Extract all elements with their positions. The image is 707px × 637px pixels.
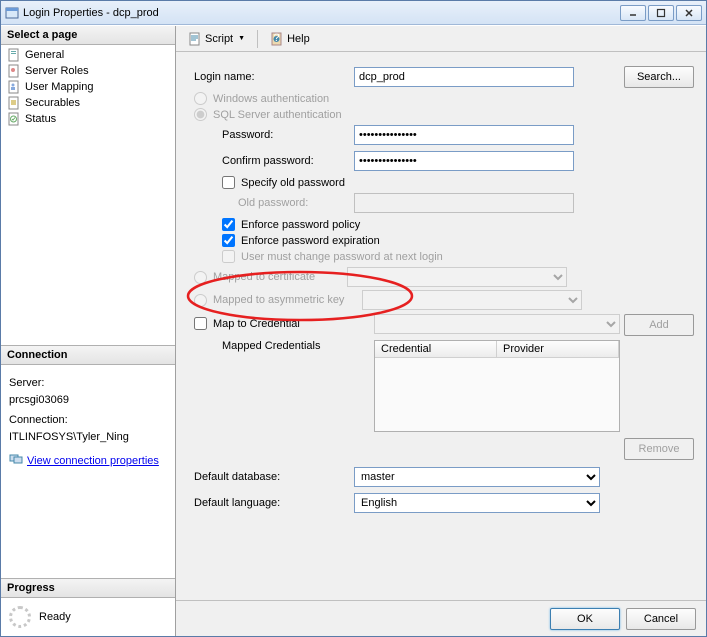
page-label: Securables — [25, 97, 80, 109]
add-button: Add — [624, 314, 694, 336]
page-general[interactable]: General — [3, 47, 173, 63]
page-status[interactable]: Status — [3, 111, 173, 127]
connection-header: Connection — [1, 346, 175, 365]
page-label: General — [25, 49, 64, 61]
password-input[interactable] — [354, 125, 574, 145]
page-label: Status — [25, 113, 56, 125]
app-icon — [5, 6, 19, 20]
mapped-cert-label: Mapped to certificate — [213, 271, 315, 283]
old-password-label: Old password: — [194, 197, 354, 209]
enforce-expiration-label: Enforce password expiration — [241, 235, 380, 247]
form-area: Login name: Search... Windows authentica… — [176, 52, 706, 600]
password-label: Password: — [194, 129, 354, 141]
windows-auth-radio — [194, 92, 207, 105]
must-change-checkbox — [222, 250, 235, 263]
cred-col-provider: Provider — [497, 341, 619, 357]
progress-header: Progress — [1, 579, 175, 598]
specify-old-password-checkbox[interactable] — [222, 176, 235, 189]
select-page-header: Select a page — [1, 26, 175, 45]
view-connection-properties-link[interactable]: View connection properties — [27, 453, 159, 470]
mapped-credentials-label: Mapped Credentials — [194, 340, 374, 352]
mapped-cert-radio — [194, 271, 207, 284]
login-name-label: Login name: — [194, 71, 354, 83]
page-securables[interactable]: Securables — [3, 95, 173, 111]
map-credential-label: Map to Credential — [213, 318, 300, 330]
progress-spinner-icon — [9, 606, 31, 628]
login-properties-window: Login Properties - dcp_prod Select a pag… — [0, 0, 707, 637]
map-credential-checkbox[interactable] — [194, 317, 207, 330]
confirm-password-label: Confirm password: — [194, 155, 354, 167]
credentials-list[interactable]: CredentialProvider — [374, 340, 620, 432]
chevron-down-icon: ▼ — [238, 35, 245, 42]
server-value: prcsgi03069 — [9, 392, 167, 409]
connection-label: Connection: — [9, 412, 167, 429]
svg-text:?: ? — [274, 32, 280, 44]
old-password-input — [354, 193, 574, 213]
enforce-policy-label: Enforce password policy — [241, 219, 360, 231]
toolbar-separator — [257, 30, 258, 48]
enforce-expiration-checkbox[interactable] — [222, 234, 235, 247]
window-title: Login Properties - dcp_prod — [23, 7, 620, 19]
default-lang-label: Default language: — [194, 497, 354, 509]
connection-value: ITLINFOSYS\Tyler_Ning — [9, 429, 167, 446]
page-user-mapping[interactable]: User Mapping — [3, 79, 173, 95]
titlebar[interactable]: Login Properties - dcp_prod — [1, 1, 706, 25]
maximize-button[interactable] — [648, 5, 674, 21]
must-change-label: User must change password at next login — [241, 251, 443, 263]
help-label: Help — [287, 33, 310, 45]
server-label: Server: — [9, 375, 167, 392]
mapped-asym-label: Mapped to asymmetric key — [213, 294, 344, 306]
cancel-button[interactable]: Cancel — [626, 608, 696, 630]
connection-icon — [9, 451, 23, 471]
login-name-input[interactable] — [354, 67, 574, 87]
asym-combo — [362, 290, 582, 310]
page-label: Server Roles — [25, 65, 89, 77]
progress-status: Ready — [39, 611, 71, 623]
cred-col-credential: Credential — [375, 341, 497, 357]
script-label: Script — [205, 33, 233, 45]
sql-auth-label: SQL Server authentication — [213, 109, 342, 121]
help-button[interactable]: ? Help — [266, 30, 314, 48]
search-button[interactable]: Search... — [624, 66, 694, 88]
default-db-label: Default database: — [194, 471, 354, 483]
toolbar: Script ▼ ? Help — [176, 26, 706, 52]
ok-button[interactable]: OK — [550, 608, 620, 630]
default-db-combo[interactable]: master — [354, 467, 600, 487]
enforce-policy-checkbox[interactable] — [222, 218, 235, 231]
windows-auth-label: Windows authentication — [213, 93, 329, 105]
sql-auth-radio — [194, 108, 207, 121]
page-list: General Server Roles User Mapping Secura… — [1, 45, 175, 345]
remove-button: Remove — [624, 438, 694, 460]
mapped-asym-radio — [194, 294, 207, 307]
left-panel: Select a page General Server Roles User … — [1, 26, 176, 636]
page-server-roles[interactable]: Server Roles — [3, 63, 173, 79]
confirm-password-input[interactable] — [354, 151, 574, 171]
close-button[interactable] — [676, 5, 702, 21]
minimize-button[interactable] — [620, 5, 646, 21]
page-label: User Mapping — [25, 81, 93, 93]
credential-combo — [374, 314, 620, 334]
default-lang-combo[interactable]: English — [354, 493, 600, 513]
script-button[interactable]: Script ▼ — [184, 30, 249, 48]
dialog-footer: OK Cancel — [176, 600, 706, 636]
cert-combo — [347, 267, 567, 287]
specify-old-password-label: Specify old password — [241, 177, 345, 189]
